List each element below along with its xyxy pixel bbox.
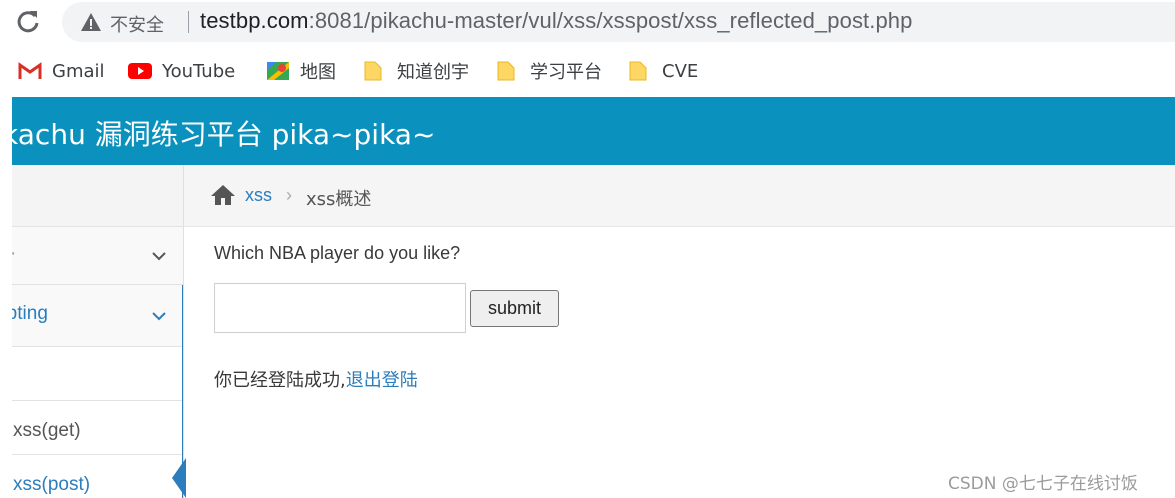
url-host: testbp.com [200, 8, 309, 33]
url-path: :8081/pikachu-master/vul/xss/xsspost/xss… [308, 8, 913, 33]
sidebar-item-label: 反射型xss(get) [12, 420, 81, 441]
chevron-down-icon [152, 312, 166, 321]
sidebar-subitem-xss-post[interactable]: 反射性xss(post) [12, 455, 183, 498]
breadcrumb-separator: › [286, 185, 292, 205]
breadcrumb: xss › xss概述 [184, 165, 1175, 227]
sidebar-subitem-overview[interactable] [12, 347, 183, 401]
sidebar-item-label: 反射性xss(post) [12, 474, 91, 495]
security-label: 不安全 [110, 15, 164, 36]
site-title[interactable]: Pikachu 漏洞练习平台 pika~pika~ [12, 113, 435, 153]
site-header: Pikachu 漏洞练习平台 pika~pika~ [12, 97, 1175, 165]
question-text: Which NBA player do you like? [214, 243, 461, 263]
sidebar-item-label: Cross-Site Scripting [12, 303, 48, 324]
sidebar-item-xss[interactable]: Cross-Site Scripting [12, 285, 183, 347]
sidebar-item-collapsed[interactable]: · [12, 227, 183, 285]
submit-button[interactable]: submit [470, 290, 559, 327]
bookmark-folder-cve[interactable]: CVE [628, 58, 698, 84]
watermark: CSDN @七七子在线讨饭 [948, 474, 1138, 494]
bookmark-folder-xuexipingtai[interactable]: 学习平台 [496, 58, 602, 84]
login-status-text: 你已经登陆成功, [214, 370, 346, 391]
bookmark-gmail[interactable]: Gmail [18, 58, 105, 84]
breadcrumb-link-xss[interactable]: xss [245, 185, 272, 206]
url-text[interactable]: testbp.com:8081/pikachu-master/vul/xss/x… [200, 8, 912, 34]
player-input[interactable] [214, 283, 466, 333]
address-row: 不安全 testbp.com:8081/pikachu-master/vul/x… [0, 0, 1175, 46]
youtube-icon [128, 63, 152, 79]
home-icon[interactable] [210, 184, 236, 206]
folder-icon [364, 61, 382, 81]
bookmark-maps[interactable]: 地图 [266, 58, 336, 84]
url-divider [188, 11, 189, 33]
bookmarks-bar: Gmail YouTube 地图 知道创宇 学习平台 CVE [0, 46, 1175, 96]
maps-icon [267, 62, 289, 80]
gmail-icon [18, 62, 42, 79]
sidebar-subitem-xss-get[interactable]: 反射型xss(get) [12, 401, 183, 455]
logout-link[interactable]: 退出登陆 [346, 370, 418, 391]
breadcrumb-current: xss概述 [306, 189, 372, 210]
reload-icon[interactable] [14, 8, 42, 36]
folder-icon [629, 61, 647, 81]
url-bar[interactable]: 不安全 testbp.com:8081/pikachu-master/vul/x… [62, 2, 1175, 42]
folder-icon [497, 61, 515, 81]
bookmark-folder-zhidaochuangyu[interactable]: 知道创宇 [363, 58, 469, 84]
warning-icon[interactable] [80, 11, 102, 33]
chevron-down-icon [152, 252, 166, 261]
login-status: 你已经登陆成功,退出登陆 [214, 366, 418, 392]
sidebar: · Cross-Site Scripting 反射型xss(get) 反射性xs… [12, 165, 184, 498]
bookmark-youtube[interactable]: YouTube [128, 58, 235, 84]
sidebar-top [12, 165, 183, 227]
active-caret-icon [172, 458, 186, 498]
